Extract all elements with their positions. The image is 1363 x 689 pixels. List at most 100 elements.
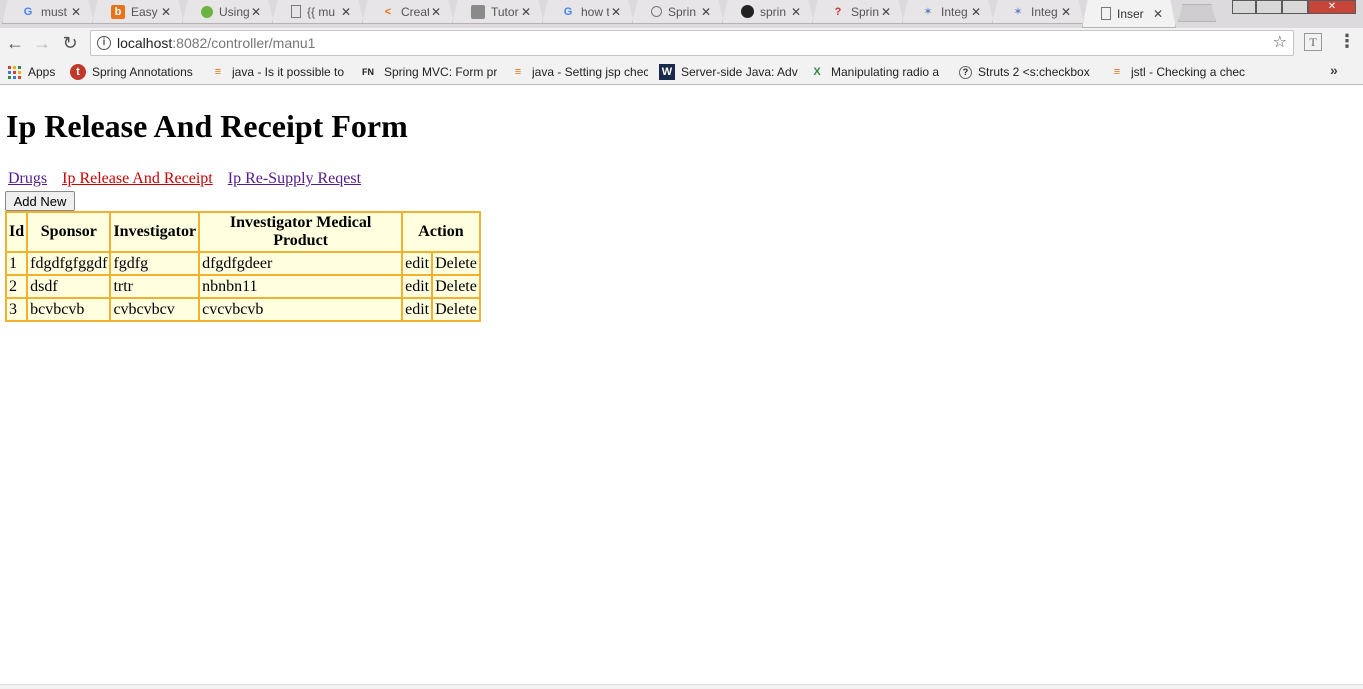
tab-title: Easy <box>131 4 158 19</box>
stackoverflow-icon: ≡ <box>1113 66 1121 78</box>
edit-action[interactable]: edit <box>402 252 433 275</box>
back-icon[interactable]: ← <box>5 33 25 53</box>
easy-icon: b <box>111 4 125 19</box>
close-icon[interactable]: ✕ <box>879 5 893 19</box>
spring-leaf-icon <box>201 5 213 18</box>
kebab-menu-icon[interactable]: ⋮ <box>1338 31 1356 52</box>
cell-product: nbnbn11 <box>199 275 403 298</box>
tab-title: Sprin <box>668 4 697 19</box>
cell-sponsor: dsdf <box>27 275 111 298</box>
close-icon[interactable]: ✕ <box>699 5 713 19</box>
link-drugs[interactable]: Drugs <box>8 170 47 187</box>
stackoverflow-icon: ≡ <box>514 66 522 78</box>
tab-title: Using <box>219 4 249 19</box>
browser-tab[interactable]: sprin ✕ <box>722 0 814 24</box>
cell-sponsor: fdgdfgfggdf <box>27 252 111 275</box>
browser-tab[interactable]: b Easy ✕ <box>92 0 184 24</box>
extension-icon[interactable]: T <box>1304 33 1322 51</box>
bookmark-apps[interactable]: Apps <box>6 64 64 80</box>
bookmark-label: Spring Annotations <box>92 65 193 79</box>
new-tab-button[interactable] <box>1178 4 1216 22</box>
browser-tab[interactable]: ✶ Integ ✕ <box>992 0 1084 24</box>
browser-toolbar: ← → ↻ i localhost:8082/controller/manu1 … <box>0 28 1363 58</box>
bookmark-star-icon[interactable]: ☆ <box>1273 31 1287 55</box>
close-icon[interactable]: ✕ <box>969 5 983 19</box>
records-table: Id Sponsor Investigator Investigator Med… <box>5 211 481 322</box>
forward-icon[interactable]: → <box>32 33 52 53</box>
tab-title: must <box>41 4 68 19</box>
profile-icon[interactable] <box>1232 0 1256 14</box>
cell-product: dfgdfgdeer <box>199 252 403 275</box>
close-icon[interactable]: ✕ <box>429 5 443 19</box>
link-ip-release-and-receipt[interactable]: Ip Release And Receipt <box>62 170 213 187</box>
cell-id: 3 <box>6 298 28 321</box>
more-bookmarks-icon[interactable]: » <box>1330 62 1338 78</box>
browser-tab-active[interactable]: Inser ✕ <box>1082 0 1176 28</box>
browser-tab[interactable]: ✶ Integ ✕ <box>902 0 994 24</box>
column-header-action: Action <box>402 212 480 252</box>
close-icon[interactable]: ✕ <box>519 5 533 19</box>
bookmark-item[interactable]: ≡ java - Is it possible to <box>210 64 348 80</box>
tab-title: Creat <box>401 4 429 19</box>
column-header-id: Id <box>6 212 28 252</box>
delete-action[interactable]: Delete <box>432 275 480 298</box>
cell-product: cvcvbcvb <box>199 298 403 321</box>
browser-tab[interactable]: Tutor ✕ <box>452 0 544 24</box>
address-bar[interactable]: i localhost:8082/controller/manu1 ☆ <box>90 30 1294 56</box>
column-header-investigator: Investigator <box>110 212 200 252</box>
link-ip-resupply-request[interactable]: Ip Re-Supply Reqest <box>228 170 361 187</box>
add-new-button[interactable]: Add New <box>5 191 75 211</box>
bookmark-item[interactable]: ≡ jstl - Checking a chec <box>1109 64 1249 80</box>
google-icon: G <box>23 5 33 18</box>
browser-tab[interactable]: ? Sprin ✕ <box>812 0 904 24</box>
edit-action[interactable]: edit <box>402 298 433 321</box>
cell-investigator: trtr <box>110 275 200 298</box>
window-controls: ✕ <box>1232 0 1356 14</box>
tab-strip: G must ✕ b Easy ✕ Using ✕ {{ mu ✕ < Crea… <box>0 0 1363 28</box>
cell-id: 2 <box>6 275 28 298</box>
info-icon[interactable]: i <box>97 36 111 50</box>
close-icon[interactable]: ✕ <box>1059 5 1073 19</box>
bookmark-label: Apps <box>28 65 56 79</box>
bookmarks-bar: Apps t Spring Annotations ≡ java - Is it… <box>0 58 1363 85</box>
x-icon: X <box>813 66 821 78</box>
close-icon[interactable]: ✕ <box>159 5 173 19</box>
cell-sponsor: bcvbcvb <box>27 298 111 321</box>
browser-tab[interactable]: {{ mu ✕ <box>272 0 364 24</box>
browser-tab[interactable]: Using ✕ <box>182 0 274 24</box>
bookmark-item[interactable]: X Manipulating radio a <box>809 64 949 80</box>
bookmark-item[interactable]: FN Spring MVC: Form pr <box>358 64 498 80</box>
window-close-icon[interactable]: ✕ <box>1308 0 1356 14</box>
bookmark-item[interactable]: ≡ java - Setting jsp chec <box>510 64 648 80</box>
delete-action[interactable]: Delete <box>432 252 480 275</box>
bookmark-item[interactable]: W Server-side Java: Adv <box>659 64 801 80</box>
close-icon[interactable]: ✕ <box>789 5 803 19</box>
close-icon[interactable]: ✕ <box>339 5 353 19</box>
tab-title: sprin <box>760 4 787 19</box>
bookmark-item[interactable]: ? Struts 2 <s:checkbox <box>959 64 1099 80</box>
bookmark-label: jstl - Checking a chec <box>1131 65 1246 79</box>
browser-tab[interactable]: G must ✕ <box>2 0 94 24</box>
page-icon <box>1101 7 1111 20</box>
edit-action[interactable]: edit <box>402 275 433 298</box>
reload-icon[interactable]: ↻ <box>60 33 80 53</box>
browser-tab[interactable]: G how t ✕ <box>542 0 634 24</box>
status-bar <box>0 684 1363 689</box>
delete-action[interactable]: Delete <box>432 298 480 321</box>
maximize-icon[interactable] <box>1282 0 1308 14</box>
close-icon[interactable]: ✕ <box>69 5 83 19</box>
column-header-product: Investigator Medical Product <box>199 212 403 252</box>
w-icon: W <box>659 64 675 80</box>
apps-icon <box>6 64 22 80</box>
tab-title: {{ mu <box>307 4 336 19</box>
close-icon[interactable]: ✕ <box>1151 7 1165 21</box>
browser-tab[interactable]: Sprin ✕ <box>632 0 724 24</box>
bookmark-item[interactable]: t Spring Annotations <box>70 64 202 80</box>
bookmark-label: Struts 2 <s:checkbox <box>978 65 1090 79</box>
close-icon[interactable]: ✕ <box>249 5 263 19</box>
github-icon <box>741 5 754 18</box>
browser-tab[interactable]: < Creat ✕ <box>362 0 454 24</box>
close-icon[interactable]: ✕ <box>609 5 623 19</box>
table-row: 1 fdgdfgfggdf fgdfg dfgdfgdeer edit Dele… <box>6 252 480 275</box>
minimize-icon[interactable] <box>1256 0 1282 14</box>
